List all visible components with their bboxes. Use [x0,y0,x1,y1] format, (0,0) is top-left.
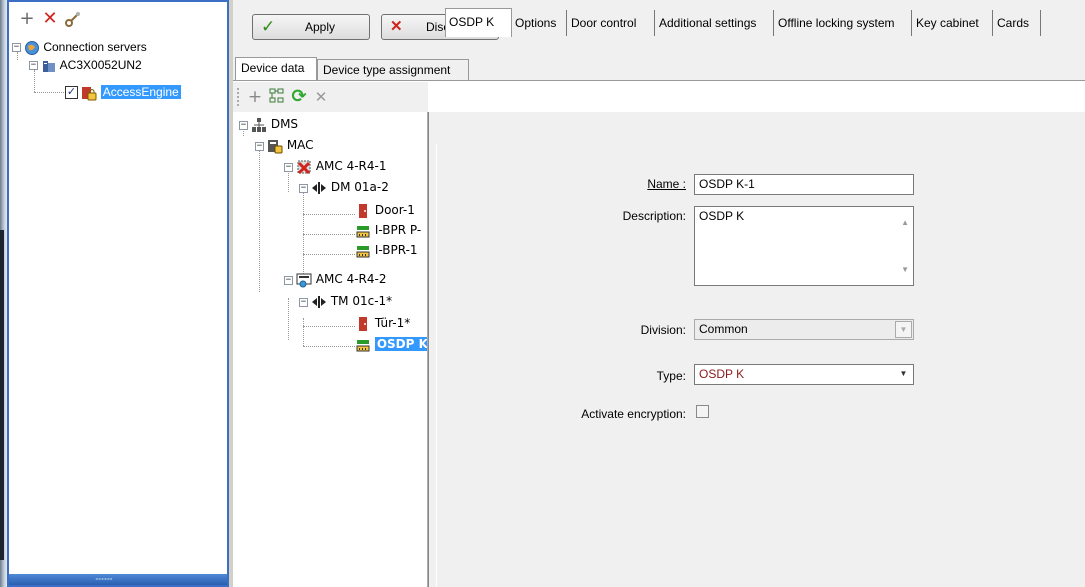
tree-node-connection-servers[interactable]: Connection servers [24,38,147,56]
tree-node-dms[interactable]: DMS [251,114,298,134]
tab-device-type-assignment[interactable]: Device type assignment [317,59,469,80]
name-label: Name : [647,177,686,191]
panel-resize-grip[interactable]: ··········· [9,574,227,585]
tree-label-selected: AccessEngine [100,85,181,99]
connection-panel: + ✕ − Connection servers − AC3X0052UN2 ✓ [7,0,229,587]
collapse-toggle[interactable]: − [255,142,264,151]
tree-node-ibpr-1[interactable]: I-BPR-1 [355,240,418,260]
collapse-toggle[interactable]: − [239,121,248,130]
tree-label: AMC 4-R4-2 [315,272,387,286]
tab-cards[interactable]: Cards [994,10,1041,36]
collapse-toggle[interactable]: − [299,184,308,193]
tree-node-amc-2[interactable]: AMC 4-R4-2 [296,269,387,289]
tree-node-server[interactable]: AC3X0052UN2 [41,56,142,74]
check-icon: ✓ [261,17,276,36]
tab-additional-settings[interactable]: Additional settings [656,10,774,36]
tree-label-selected: OSDP K [374,337,428,351]
tree-label: I-BPR P- [374,223,422,237]
door-module-icon [312,181,326,194]
x-icon[interactable]: ✕ [311,87,331,107]
amc-icon [296,273,312,287]
collapse-toggle[interactable]: − [284,276,293,285]
apply-label: Apply [305,20,336,34]
connection-tree: − Connection servers − AC3X0052UN2 ✓ Acc… [9,38,227,574]
tree-node-tm01c[interactable]: TM 01c-1* [311,291,392,311]
engine-lock-icon [82,86,97,101]
tab-device-data[interactable]: Device data [235,57,317,80]
device-tree: − DMS − MAC − AMC 4-R4-1 − DM 01a-2 Door… [233,112,428,587]
tab-osdp-k[interactable]: OSDP K [445,8,512,37]
type-label: Type: [656,369,686,383]
collapse-toggle[interactable]: − [12,43,21,52]
tab-key-cabinet[interactable]: Key cabinet [913,10,993,36]
tree-node-access-engine[interactable]: ✓ AccessEngine [65,83,181,102]
tree-node-mac[interactable]: MAC [267,135,314,155]
plus-icon[interactable]: + [17,9,37,29]
left-edge-strip [0,0,7,587]
chevron-down-icon: ▼ [895,321,912,338]
reader-icon [356,245,370,257]
tree-label: MAC [286,138,314,152]
tree-label: AC3X0052UN2 [59,58,142,72]
description-text: OSDP K [699,209,745,223]
hierarchy-icon[interactable] [267,87,287,107]
chevron-down-icon[interactable]: ▼ [895,366,912,383]
refresh-icon[interactable]: ⟳ [289,87,309,107]
division-select: Common ▼ [694,319,914,340]
mac-icon [268,139,283,153]
plus-icon[interactable]: + [245,87,265,107]
name-field[interactable]: OSDP K-1 [694,174,914,195]
collapse-toggle[interactable]: − [299,298,308,307]
reader-icon [356,339,370,351]
type-select[interactable]: OSDP K ▼ [694,364,914,385]
tree-node-door-1[interactable]: Door-1 [355,200,415,220]
scroll-down-icon[interactable]: ▼ [901,262,909,277]
tree-label: AMC 4-R4-1 [315,159,387,173]
description-label: Description: [622,209,686,223]
tree-label: I-BPR-1 [374,243,418,257]
type-value: OSDP K [699,367,745,381]
globe-icon [25,40,39,55]
collapse-toggle[interactable]: − [284,163,293,172]
door-module-icon [312,295,326,308]
tree-label: DM 01a-2 [330,180,389,194]
tab-options[interactable]: Options [512,10,567,36]
division-value: Common [699,322,748,336]
scroll-up-icon[interactable]: ▲ [901,215,909,230]
device-toolbar: + ⟳ ✕ [233,82,428,112]
tree-label: Door-1 [374,203,415,217]
encryption-checkbox[interactable] [696,405,709,418]
door-icon [359,316,367,331]
tab-door-control[interactable]: Door control [568,10,655,36]
key-icon[interactable] [63,9,83,29]
tree-node-osdp-k[interactable]: OSDP K [355,334,428,354]
tree-node-dm01a[interactable]: DM 01a-2 [311,177,389,197]
app-window: + ✕ − Connection servers − AC3X0052UN2 ✓ [0,0,1085,587]
server-icon [43,60,55,72]
description-field[interactable]: OSDP K ▲ ▼ [694,206,914,286]
collapse-toggle[interactable]: − [29,61,38,70]
door-icon [359,203,367,218]
apply-button[interactable]: ✓ Apply [252,14,370,40]
tree-label: DMS [270,117,299,131]
x-icon: ✕ [390,18,403,35]
encryption-label: Activate encryption: [581,407,686,421]
tree-label: TM 01c-1* [330,294,393,308]
tree-node-amc-1[interactable]: AMC 4-R4-1 [296,156,387,176]
tab-offline-locking-system[interactable]: Offline locking system [775,10,912,36]
network-icon [252,117,266,132]
checkbox-checked[interactable]: ✓ [65,86,78,100]
reader-icon [356,225,370,237]
tree-label: Connection servers [43,40,147,54]
tree-node-tur-1[interactable]: Tür-1* [355,313,410,333]
tree-node-ibpr-p[interactable]: I-BPR P- [355,220,421,240]
x-icon[interactable]: ✕ [40,9,60,29]
division-label: Division: [640,323,686,337]
tree-label: Tür-1* [374,316,411,330]
amc-error-icon [297,160,311,174]
connection-toolbar: + ✕ [9,2,227,36]
